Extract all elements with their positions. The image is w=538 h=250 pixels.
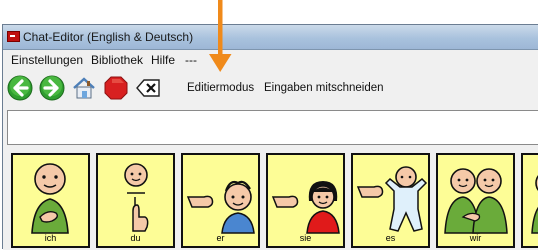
tile-label: es: [385, 233, 396, 243]
tile-label: er: [216, 233, 225, 243]
two-people-icon: [444, 168, 508, 234]
tile-label: wir: [469, 233, 482, 243]
tile-es[interactable]: es: [351, 153, 430, 248]
message-input-area[interactable]: [7, 110, 538, 145]
person-pointing-you-icon: [124, 163, 149, 232]
tile-label: sie: [299, 233, 312, 243]
pointing-at-boy-icon: [186, 180, 255, 234]
pointing-at-girl-icon: [271, 181, 340, 234]
tile-ich[interactable]: ich: [11, 153, 90, 248]
tile-wir[interactable]: wir: [436, 153, 515, 248]
tile-sie[interactable]: sie: [266, 153, 345, 248]
annotation-arrow-icon: [209, 0, 232, 72]
tile-label: ich: [44, 233, 57, 243]
record-input-button[interactable]: Eingaben mitschneiden: [264, 82, 384, 94]
tile-du[interactable]: du: [96, 153, 175, 248]
pointing-at-baby-icon: [356, 166, 428, 232]
edit-mode-button[interactable]: Editiermodus: [187, 82, 254, 94]
tile-er[interactable]: er: [181, 153, 260, 248]
tile-partial[interactable]: [521, 153, 538, 248]
person-pointing-self-icon: [31, 163, 69, 234]
tile-label: du: [130, 233, 141, 243]
person-partial-icon: [531, 175, 538, 234]
